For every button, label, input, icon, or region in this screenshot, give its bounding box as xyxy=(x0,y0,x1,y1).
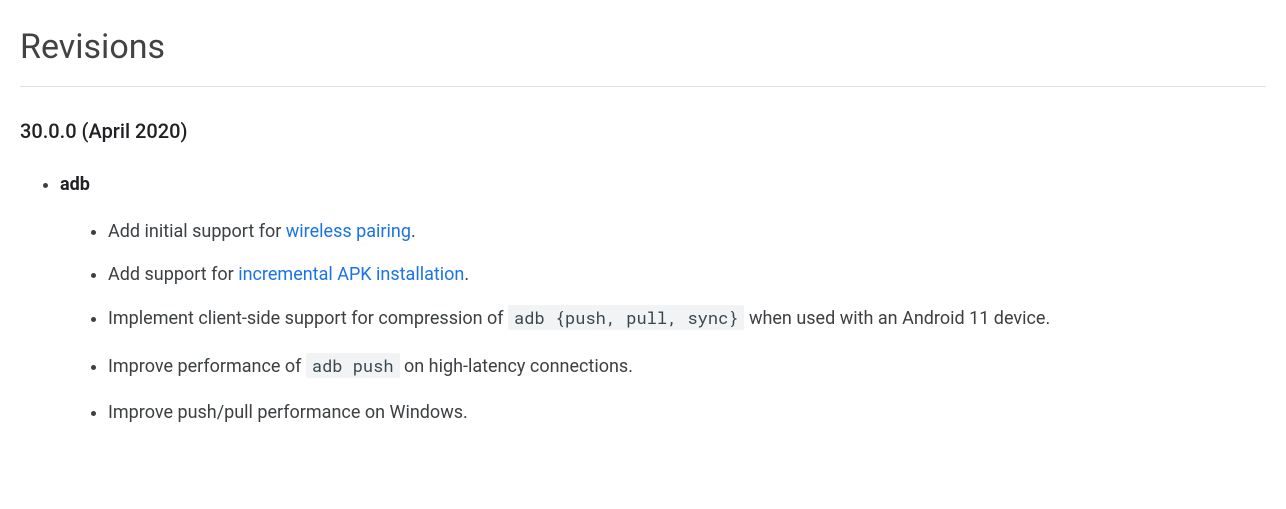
page-heading: Revisions xyxy=(20,20,1266,74)
tool-item: adb Add initial support for wireless pai… xyxy=(60,171,1266,428)
change-text: . xyxy=(464,264,469,285)
tool-name: adb xyxy=(60,174,90,195)
change-text: . xyxy=(411,221,416,242)
code-snippet: adb push xyxy=(306,353,400,378)
change-text: on high-latency connections. xyxy=(400,356,633,377)
revision-list: adb Add initial support for wireless pai… xyxy=(20,171,1266,428)
change-text: Add initial support for xyxy=(108,221,286,242)
change-item: Improve push/pull performance on Windows… xyxy=(108,399,1266,428)
change-list: Add initial support for wireless pairing… xyxy=(60,218,1266,428)
change-item: Improve performance of adb push on high-… xyxy=(108,352,1266,382)
code-snippet: adb {push, pull, sync} xyxy=(508,305,744,330)
change-text: Improve performance of xyxy=(108,356,306,377)
change-text: Improve push/pull performance on Windows… xyxy=(108,402,468,423)
change-text: Add support for xyxy=(108,264,238,285)
change-item: Add initial support for wireless pairing… xyxy=(108,218,1266,247)
incremental-apk-link[interactable]: incremental APK installation xyxy=(238,264,464,285)
change-item: Add support for incremental APK installa… xyxy=(108,261,1266,290)
divider xyxy=(20,86,1266,87)
change-text: when used with an Android 11 device. xyxy=(744,308,1050,329)
change-item: Implement client-side support for compre… xyxy=(108,304,1266,334)
change-text: Implement client-side support for compre… xyxy=(108,308,508,329)
version-heading: 30.0.0 (April 2020) xyxy=(20,115,1266,147)
wireless-pairing-link[interactable]: wireless pairing xyxy=(286,221,411,242)
